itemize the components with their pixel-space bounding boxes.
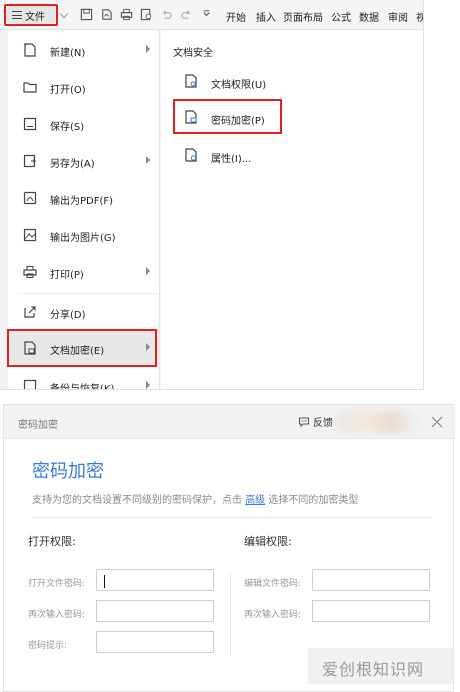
menu-item-label: 打开(O) — [50, 85, 86, 96]
menu-item-label: 输出为图片(G) — [50, 233, 116, 244]
menu-item-label: 打印(P) — [50, 270, 84, 281]
redo-icon[interactable] — [180, 8, 193, 21]
edit-password-confirm-input[interactable] — [312, 600, 430, 622]
hamburger-icon — [12, 11, 22, 19]
new-doc-icon — [23, 43, 36, 57]
submenu-arrow-icon — [146, 156, 150, 164]
open-password-label: 打开文件密码: — [28, 579, 86, 589]
open-password-confirm-label: 再次输入密码: — [28, 610, 86, 620]
file-menu-button[interactable]: 文件 — [4, 4, 58, 26]
submenu-item-label: 文档权限(U) — [211, 80, 267, 91]
save-as-icon — [23, 154, 37, 168]
print-icon — [23, 266, 37, 278]
submenu-title: 文档安全 — [173, 48, 213, 59]
customize-toolbar-icon[interactable] — [200, 8, 213, 21]
divider — [32, 517, 432, 518]
save-icon — [23, 117, 37, 131]
ribbon-tab-page-layout[interactable]: 页面布局 — [283, 9, 323, 24]
print-icon[interactable] — [120, 8, 133, 21]
dialog-header: 密码加密 反馈 — [4, 405, 455, 439]
menu-item-label: 新建(N) — [50, 48, 86, 59]
menu-item-label: 备份与恢复(K) — [50, 384, 115, 390]
password-hint-label: 密码提示: — [28, 641, 68, 651]
desc-suffix: 选择不同的加密类型 — [268, 495, 359, 506]
submenu-item-doc-permission[interactable]: 文档权限(U) — [179, 66, 339, 96]
ribbon-tab-data[interactable]: 数据 — [359, 9, 379, 24]
desc-prefix: 支持为您的文档设置不同级别的密码保护，点击 — [32, 495, 242, 506]
highlight-box-password — [173, 99, 282, 134]
menu-item-share[interactable]: 分享(D) — [8, 294, 160, 330]
undo-icon[interactable] — [160, 8, 173, 21]
backup-icon — [23, 379, 37, 389]
dropdown-caret-icon[interactable] — [59, 9, 69, 19]
dialog-heading: 密码加密 — [32, 461, 104, 482]
quick-access-toolbar: 文件 开始 插入 页面布局 公式 数据 审阅 视 — [0, 0, 423, 30]
blurred-region — [336, 411, 416, 433]
menu-item-save[interactable]: 保存(S) — [8, 106, 160, 142]
section-divider — [230, 573, 231, 655]
open-password-confirm-input[interactable] — [96, 600, 214, 622]
watermark-text: 爱创根知识网 — [322, 660, 425, 679]
feedback-label: 反馈 — [313, 418, 333, 429]
ribbon-tab-review[interactable]: 审阅 — [388, 9, 408, 24]
ribbon-tab-view[interactable]: 视 — [416, 9, 423, 24]
menu-item-backup[interactable]: 备份与恢复(K) — [8, 368, 160, 390]
doc-properties-icon — [185, 148, 197, 162]
submenu-item-label: 属性(I)... — [211, 154, 252, 165]
image-icon — [23, 228, 37, 242]
menu-item-new[interactable]: 新建(N) — [8, 32, 160, 68]
submenu-arrow-icon — [146, 267, 150, 275]
edit-permission-title: 编辑权限: — [244, 535, 292, 548]
menu-item-open[interactable]: 打开(O) — [8, 69, 160, 105]
menu-item-label: 保存(S) — [50, 122, 85, 133]
menu-item-save-as[interactable]: 另存为(A) — [8, 143, 160, 179]
pdf-icon — [23, 191, 37, 205]
ribbon-tab-formulas[interactable]: 公式 — [331, 9, 351, 24]
dialog-title: 密码加密 — [18, 420, 58, 431]
close-icon[interactable] — [430, 415, 444, 429]
file-menu-label: 文件 — [25, 11, 45, 23]
menu-item-label: 分享(D) — [50, 310, 86, 321]
open-password-input[interactable] — [96, 569, 214, 591]
save-icon[interactable] — [80, 8, 93, 21]
menu-item-print[interactable]: 打印(P) — [8, 254, 160, 290]
edit-password-label: 编辑文件密码: — [244, 579, 302, 589]
feedback-button[interactable]: 反馈 — [298, 414, 333, 429]
highlight-box-encrypt — [7, 329, 157, 367]
ribbon-tab-home[interactable]: 开始 — [226, 9, 246, 24]
menu-item-label: 另存为(A) — [50, 159, 95, 170]
menu-item-export-pdf[interactable]: 输出为PDF(F) — [8, 180, 160, 216]
submenu-arrow-icon — [146, 381, 150, 389]
file-menu-screenshot: 文件 开始 插入 页面布局 公式 数据 审阅 视 新建(N) 打开(O) 保存(… — [0, 0, 424, 390]
doc-security-submenu: 文档安全 文档权限(U) 密码加密(P) 属性(I)... — [161, 30, 423, 389]
open-permission-title: 打开权限: — [28, 535, 76, 548]
chat-bubble-icon — [299, 417, 309, 427]
print-preview-icon[interactable] — [140, 8, 153, 21]
password-hint-input[interactable] — [96, 631, 214, 653]
submenu-arrow-icon — [146, 45, 150, 53]
doc-permission-icon — [185, 74, 197, 88]
edit-password-input[interactable] — [312, 569, 430, 591]
menu-item-label: 输出为PDF(F) — [50, 196, 114, 207]
share-icon — [24, 306, 36, 318]
edit-password-confirm-label: 再次输入密码: — [244, 610, 302, 620]
menu-item-export-image[interactable]: 输出为图片(G) — [8, 217, 160, 253]
ribbon-tab-insert[interactable]: 插入 — [256, 9, 276, 24]
dialog-description: 支持为您的文档设置不同级别的密码保护，点击 高级 选择不同的加密类型 — [32, 491, 358, 506]
submenu-item-properties[interactable]: 属性(I)... — [179, 140, 339, 170]
text-caret — [104, 575, 105, 588]
advanced-link[interactable]: 高级 — [245, 495, 265, 506]
export-pdf-icon[interactable] — [100, 8, 113, 21]
folder-icon — [23, 82, 37, 93]
